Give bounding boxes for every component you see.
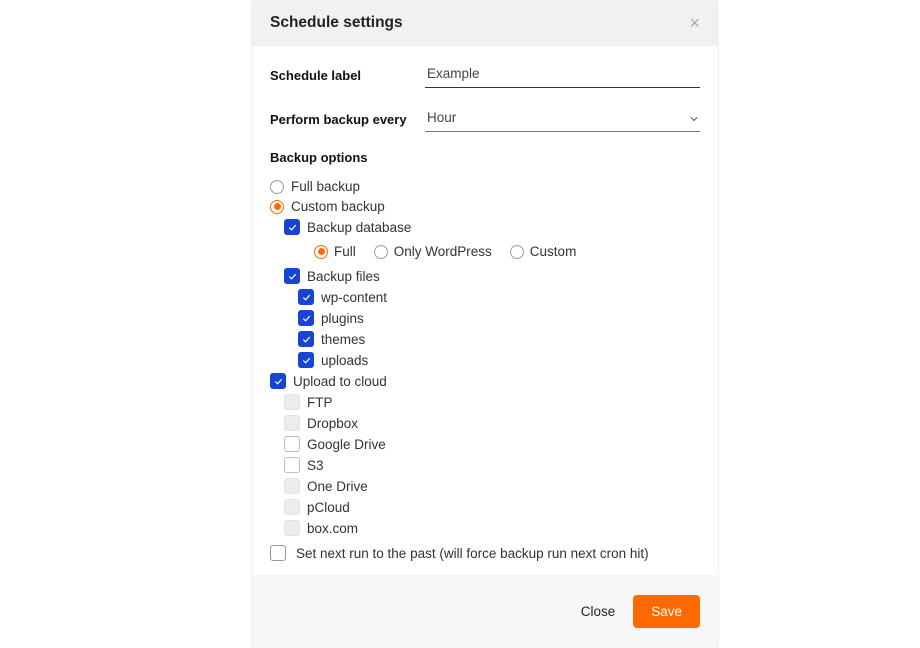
full-backup-radio[interactable] [270,180,284,194]
cloud-provider-0-label: FTP [307,395,333,410]
schedule-label-caption: Schedule label [270,68,425,83]
backup-file-2-option[interactable]: themes [298,331,700,347]
upload-cloud-option[interactable]: Upload to cloud [270,373,700,389]
backup-file-0-label: wp-content [321,290,387,305]
cloud-provider-0-option[interactable]: FTP [284,394,700,410]
backup-database-label: Backup database [307,220,411,235]
close-icon[interactable]: × [689,14,700,32]
perform-backup-row: Perform backup every Hour [270,106,700,132]
schedule-label-input[interactable] [425,62,700,88]
custom-backup-option[interactable]: Custom backup [270,199,700,214]
cloud-provider-5-option[interactable]: pCloud [284,499,700,515]
db-scope-onlywp-option[interactable]: Only WordPress [374,244,492,259]
cloud-providers-list: FTP Dropbox Google Drive S3 One Drive pCloud b… [270,394,700,536]
cloud-provider-3-label: S3 [307,458,324,473]
set-past-run-label: Set next run to the past (will force bac… [296,546,649,561]
cloud-provider-2-label: Google Drive [307,437,386,452]
save-button[interactable]: Save [633,595,700,628]
backup-options-title: Backup options [270,150,700,165]
full-backup-option[interactable]: Full backup [270,179,700,194]
cloud-provider-3-checkbox[interactable] [284,457,300,473]
modal-body: Schedule label Perform backup every Hour… [252,46,718,561]
database-scope-row: Full Only WordPress Custom [284,240,700,263]
cloud-provider-5-checkbox [284,499,300,515]
backup-file-1-option[interactable]: plugins [298,310,700,326]
custom-backup-label: Custom backup [291,199,385,214]
backup-files-list: wp-content plugins themes uploads [284,289,700,368]
chevron-down-icon [688,113,698,123]
modal-header: Schedule settings × [252,0,718,46]
cloud-provider-1-label: Dropbox [307,416,358,431]
cloud-provider-6-option[interactable]: box.com [284,520,700,536]
modal-footer: Close Save [252,575,718,648]
db-scope-full-radio[interactable] [314,245,328,259]
backup-file-0-checkbox[interactable] [298,289,314,305]
perform-backup-caption: Perform backup every [270,112,425,127]
modal-title: Schedule settings [270,14,403,32]
backup-file-1-checkbox[interactable] [298,310,314,326]
upload-cloud-checkbox[interactable] [270,373,286,389]
cloud-provider-5-label: pCloud [307,500,350,515]
backup-files-label: Backup files [307,269,380,284]
cloud-provider-6-checkbox [284,520,300,536]
set-past-run-checkbox[interactable] [270,545,286,561]
cloud-provider-2-checkbox[interactable] [284,436,300,452]
schedule-label-row: Schedule label [270,62,700,88]
backup-file-3-label: uploads [321,353,368,368]
cloud-provider-1-checkbox [284,415,300,431]
db-scope-custom-label: Custom [530,244,577,259]
backup-file-3-checkbox[interactable] [298,352,314,368]
db-scope-full-label: Full [334,244,356,259]
cloud-provider-4-option[interactable]: One Drive [284,478,700,494]
backup-files-checkbox[interactable] [284,268,300,284]
cloud-provider-0-checkbox [284,394,300,410]
schedule-settings-modal: Schedule settings × Schedule label Perfo… [252,0,718,648]
upload-cloud-label: Upload to cloud [293,374,387,389]
cloud-provider-1-option[interactable]: Dropbox [284,415,700,431]
cloud-provider-2-option[interactable]: Google Drive [284,436,700,452]
backup-database-option[interactable]: Backup database [284,219,700,235]
close-button[interactable]: Close [581,604,616,619]
db-scope-custom-radio[interactable] [510,245,524,259]
backup-file-1-label: plugins [321,311,364,326]
db-scope-custom-option[interactable]: Custom [510,244,577,259]
set-past-run-option[interactable]: Set next run to the past (will force bac… [270,545,700,561]
cloud-provider-6-label: box.com [307,521,358,536]
perform-backup-value: Hour [427,110,456,125]
backup-files-option[interactable]: Backup files [284,268,700,284]
full-backup-label: Full backup [291,179,360,194]
cloud-provider-3-option[interactable]: S3 [284,457,700,473]
backup-file-3-option[interactable]: uploads [298,352,700,368]
backup-file-2-checkbox[interactable] [298,331,314,347]
db-scope-full-option[interactable]: Full [314,244,356,259]
custom-backup-radio[interactable] [270,200,284,214]
backup-database-checkbox[interactable] [284,219,300,235]
backup-file-2-label: themes [321,332,365,347]
perform-backup-select[interactable]: Hour [425,106,700,132]
backup-file-0-option[interactable]: wp-content [298,289,700,305]
db-scope-onlywp-radio[interactable] [374,245,388,259]
cloud-provider-4-checkbox [284,478,300,494]
db-scope-onlywp-label: Only WordPress [394,244,492,259]
cloud-provider-4-label: One Drive [307,479,368,494]
